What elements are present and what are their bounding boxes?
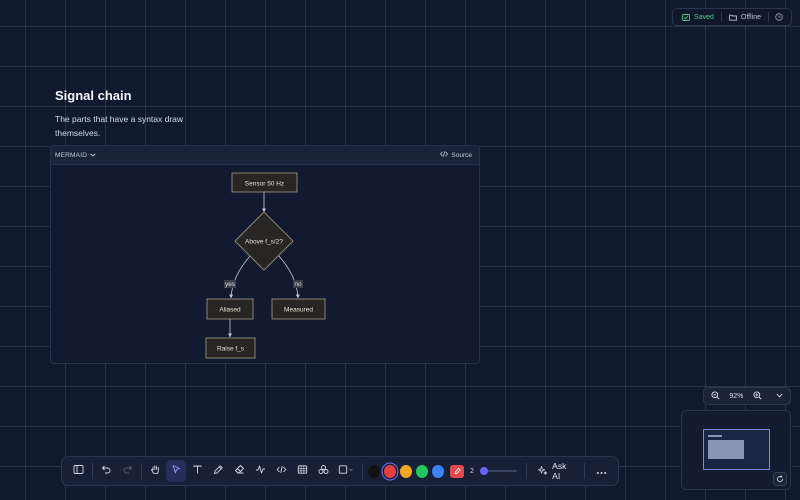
hand-tool-button[interactable] bbox=[145, 460, 166, 482]
cursor-icon bbox=[171, 462, 182, 480]
color-swatch-black[interactable] bbox=[367, 464, 380, 478]
clock-icon bbox=[775, 13, 783, 21]
sync-status-bar: Saved Offline bbox=[672, 8, 792, 26]
node-raise: Raise f_s bbox=[205, 337, 256, 359]
eraser-tool-button[interactable] bbox=[229, 460, 250, 482]
bottom-toolbar: 2 Ask AI bbox=[61, 456, 619, 486]
ask-ai-label: Ask AI bbox=[552, 461, 567, 481]
body-text[interactable]: The parts that have a syntax draw themse… bbox=[55, 112, 205, 140]
stroke-width-value: 2 bbox=[470, 467, 474, 475]
highlighter-button[interactable] bbox=[450, 462, 465, 480]
flowchart-canvas: yes no Sensor 50 Hz Above f_s/2? Aliased… bbox=[205, 172, 326, 359]
edge-check-measured bbox=[277, 254, 300, 299]
eraser-icon bbox=[234, 462, 245, 480]
connector-tool-button[interactable] bbox=[250, 460, 271, 482]
folder-icon bbox=[729, 14, 737, 21]
toolbar-divider bbox=[526, 463, 528, 479]
toolbar-divider bbox=[92, 463, 93, 479]
ask-ai-button[interactable]: Ask AI bbox=[530, 460, 580, 482]
offline-label: Offline bbox=[740, 13, 761, 21]
panel-left-icon bbox=[73, 462, 84, 480]
stroke-width-slider[interactable] bbox=[479, 466, 518, 476]
zoom-out-icon bbox=[710, 390, 720, 402]
code-icon bbox=[276, 462, 287, 480]
reset-view-button[interactable] bbox=[773, 472, 787, 486]
node-check: Above f_s/2? bbox=[234, 211, 294, 271]
toolbar-divider bbox=[140, 463, 142, 479]
svg-text:Sensor 50 Hz: Sensor 50 Hz bbox=[245, 181, 284, 188]
slider-thumb[interactable] bbox=[480, 467, 489, 475]
color-swatch-red[interactable] bbox=[383, 464, 396, 478]
zoom-in-button[interactable] bbox=[751, 389, 765, 403]
undo-icon bbox=[101, 462, 112, 480]
hand-icon bbox=[150, 462, 161, 480]
cloud-check-icon bbox=[682, 13, 690, 21]
zoom-controls: 92% bbox=[703, 387, 791, 405]
zoom-level[interactable]: 92% bbox=[729, 393, 743, 400]
saved-status: Saved bbox=[677, 10, 719, 24]
chevron-down-icon bbox=[775, 393, 783, 400]
pen-icon bbox=[213, 462, 224, 480]
node-measured: Measured bbox=[271, 298, 326, 320]
highlighter-icon bbox=[453, 462, 462, 480]
code-block-button[interactable] bbox=[271, 460, 292, 482]
zoom-in-icon bbox=[753, 390, 762, 402]
mermaid-block[interactable]: MERMAID Source yes no Sensor 50 Hz Above… bbox=[50, 145, 480, 364]
frame-tool-button[interactable] bbox=[334, 460, 358, 482]
svg-text:Above f_s/2?: Above f_s/2? bbox=[245, 239, 283, 246]
svg-text:Raise f_s: Raise f_s bbox=[217, 346, 245, 353]
square-icon bbox=[338, 462, 354, 480]
table-icon bbox=[297, 462, 308, 480]
zoom-menu-button[interactable] bbox=[772, 389, 786, 403]
edge-label-yes: yes bbox=[225, 281, 236, 288]
connector-icon bbox=[255, 462, 266, 480]
minimap-block-preview bbox=[708, 440, 744, 459]
table-tool-button[interactable] bbox=[292, 460, 313, 482]
refresh-icon bbox=[776, 470, 784, 488]
select-tool-button[interactable] bbox=[165, 460, 187, 482]
text-icon bbox=[192, 462, 203, 480]
shapes-icon bbox=[318, 462, 329, 480]
shapes-tool-button[interactable] bbox=[313, 460, 334, 482]
toolbar-divider bbox=[361, 463, 363, 479]
status-menu-button[interactable] bbox=[771, 10, 787, 24]
offline-status[interactable]: Offline bbox=[724, 10, 766, 24]
text-tool-button[interactable] bbox=[187, 460, 208, 482]
sidebar-toggle-button[interactable] bbox=[68, 460, 89, 482]
svg-text:Aliased: Aliased bbox=[219, 307, 241, 314]
node-sensor: Sensor 50 Hz bbox=[231, 172, 298, 193]
more-options-button[interactable] bbox=[592, 460, 613, 482]
minimap-title-preview bbox=[708, 435, 722, 437]
more-horizontal-icon bbox=[596, 462, 607, 480]
color-swatch-green[interactable] bbox=[415, 464, 428, 478]
status-divider bbox=[720, 12, 722, 22]
pen-tool-button[interactable] bbox=[208, 460, 229, 482]
color-swatch-orange[interactable] bbox=[399, 464, 412, 478]
zoom-out-button[interactable] bbox=[708, 389, 722, 403]
color-swatch-blue[interactable] bbox=[431, 464, 445, 478]
status-divider bbox=[768, 12, 769, 22]
undo-button[interactable] bbox=[96, 460, 117, 482]
redo-icon bbox=[122, 462, 133, 480]
edge-check-aliased bbox=[229, 254, 252, 299]
toolbar-divider bbox=[583, 463, 585, 479]
minimap-viewport[interactable] bbox=[703, 429, 770, 470]
svg-text:Measured: Measured bbox=[284, 307, 313, 314]
node-aliased: Aliased bbox=[206, 298, 254, 320]
redo-button[interactable] bbox=[117, 460, 138, 482]
sparkle-icon bbox=[537, 465, 548, 478]
edge-label-no: no bbox=[294, 281, 302, 288]
page-title[interactable]: Signal chain bbox=[55, 88, 132, 103]
saved-label: Saved bbox=[694, 13, 714, 21]
